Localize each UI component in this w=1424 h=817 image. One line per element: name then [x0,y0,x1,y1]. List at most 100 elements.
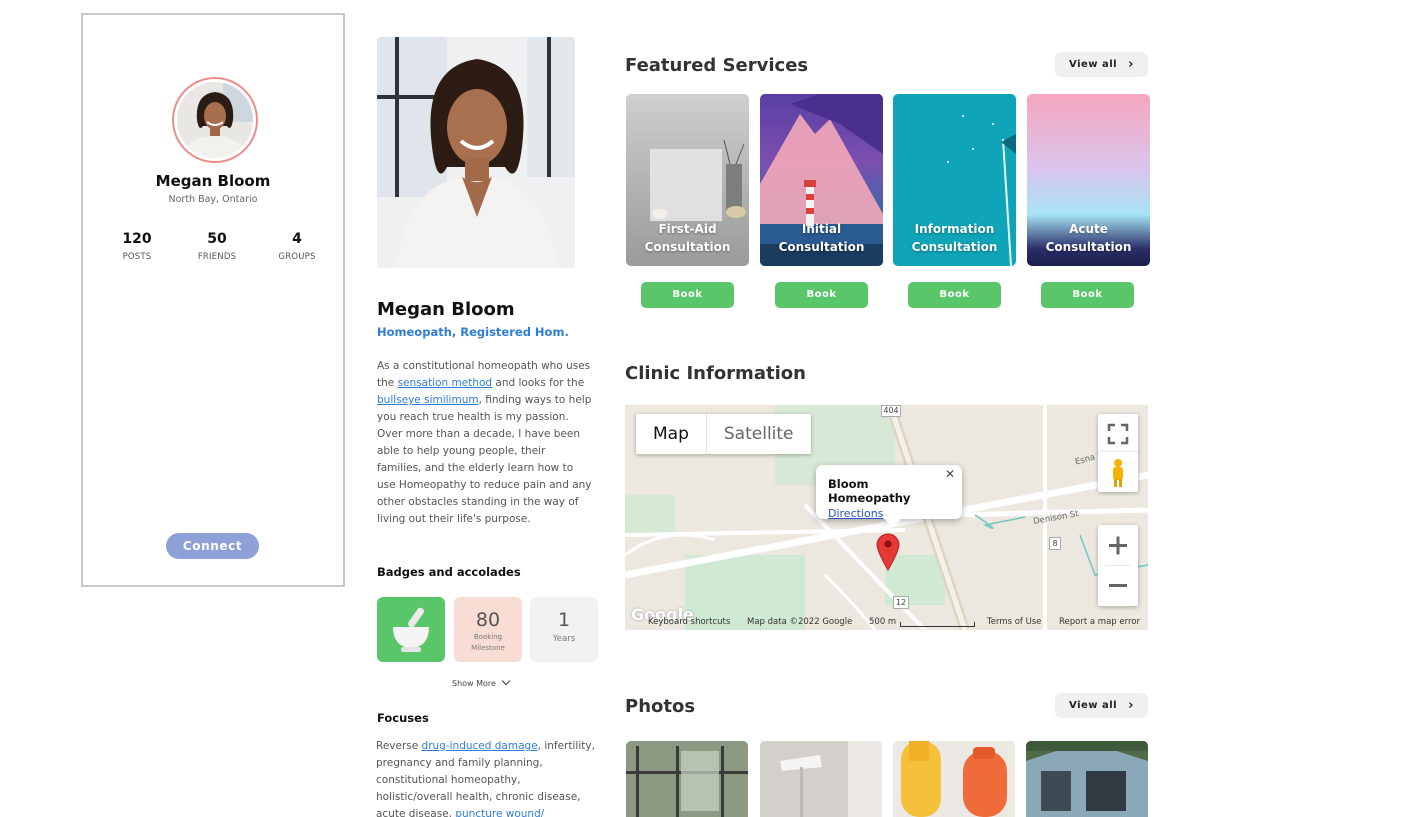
photo-image [626,741,748,817]
clinic-information-heading: Clinic Information [625,363,806,384]
profile-title[interactable]: Homeopath, Registered Hom. [377,325,569,339]
info-window-tail [884,518,902,528]
service-label-line: Acute [1069,222,1108,236]
photos-heading: Photos [625,696,696,717]
bullseye-similimum-link[interactable]: bullseye similimum [377,394,479,406]
book-button-initial[interactable]: Book [775,282,868,308]
terms-of-use-link[interactable]: Terms of Use [987,617,1042,627]
badges-heading: Badges and accolades [377,565,521,579]
badge-label: Years [552,634,576,644]
book-button-acute[interactable]: Book [1041,282,1134,308]
chevron-down-icon [501,676,510,686]
focuses-heading: Focuses [377,711,429,725]
focus-text: Reverse [376,740,422,752]
service-label-line: Consultation [644,240,731,254]
map-tab-map[interactable]: Map [636,414,706,454]
view-all-label: View all [1069,700,1118,711]
show-more-link[interactable]: Show More [452,676,510,688]
view-all-label: View all [1069,59,1118,70]
map-scale-label[interactable]: 500 m [869,617,896,627]
photo-thumbnail[interactable] [626,741,748,817]
stat-value: 4 [292,231,302,247]
badge-label: Milestone [471,644,505,652]
service-card-first-aid[interactable]: First-Aid Consultation [626,94,749,266]
photo-image [760,741,882,817]
clinic-map[interactable]: Map Satellite Bloom Homeopathy Direction… [625,405,1148,630]
stat-groups[interactable]: 4 GROUPS [259,231,335,262]
pegman-icon [1113,459,1123,487]
map-type-tabs: Map Satellite [636,414,811,454]
fullscreen-button[interactable] [1098,414,1138,454]
stat-label: POSTS [122,252,152,262]
service-card-acute[interactable]: Acute Consultation [1027,94,1150,266]
avatar[interactable] [172,77,258,163]
badge-value: 80 [475,609,501,631]
stat-value: 50 [207,231,227,247]
zoom-out-button[interactable] [1098,566,1138,606]
photo-image [1026,741,1148,817]
place-name: Bloom Homeopathy [828,477,911,505]
close-icon[interactable]: ✕ [945,467,955,481]
sensation-method-link[interactable]: sensation method [398,377,493,389]
fullscreen-icon [1107,423,1129,445]
street-view-button[interactable] [1098,452,1138,492]
service-label-line: Consultation [778,240,865,254]
profile-card: Megan Bloom North Bay, Ontario 120 POSTS… [81,13,345,587]
profile-stats: 120 POSTS 50 FRIENDS 4 GROUPS [97,231,337,262]
road-shield: 404 [881,405,901,417]
profile-location: North Bay, Ontario [168,194,258,205]
stat-posts[interactable]: 120 POSTS [99,231,175,262]
profile-full-name: Megan Bloom [377,299,515,320]
photo-thumbnail[interactable] [893,741,1015,817]
service-label-line: Information [914,222,995,236]
service-label-line: Consultation [911,240,998,254]
book-button-first-aid[interactable]: Book [641,282,734,308]
puncture-wound-link[interactable]: puncture wound/ [455,808,544,817]
connect-button[interactable]: Connect [166,533,259,559]
map-marker-icon[interactable] [875,531,901,571]
scale-bar [900,622,975,627]
featured-services-heading: Featured Services [625,55,809,76]
bio-text: and looks for the [492,377,585,389]
stat-label: GROUPS [278,252,316,262]
profile-name: Megan Bloom [155,172,271,190]
photo-thumbnail[interactable] [1026,741,1148,817]
profile-photo [377,37,575,268]
service-label-line: First-Aid [658,222,717,236]
years-badge: 1 Years [530,597,598,662]
mortar-pestle-icon [393,607,429,652]
focuses-text: Reverse drug-induced damage, infertility… [376,738,598,817]
profile-bio: As a constitutional homeopath who uses t… [377,358,593,528]
bio-text: , finding ways to help you reach true he… [377,394,592,525]
map-data-attribution: Map data ©2022 Google [747,617,853,627]
service-label: First-Aid Consultation [626,220,749,256]
service-label-line: Initial [801,222,842,236]
photo-image [893,741,1015,817]
chevron-right-icon: › [1128,698,1134,713]
badge-value: 1 [557,609,571,631]
avatar-image [177,82,253,158]
service-label-line: Consultation [1045,240,1132,254]
show-more-label: Show More [452,679,496,688]
stat-label: FRIENDS [197,252,237,262]
service-card-information[interactable]: Information Consultation [893,94,1016,266]
book-button-information[interactable]: Book [908,282,1001,308]
services-view-all-button[interactable]: View all › [1055,52,1148,77]
map-footer: Keyboard shortcuts Map data ©2022 Google… [625,614,1148,630]
keyboard-shortcuts-link[interactable]: Keyboard shortcuts [648,617,730,627]
report-map-error-link[interactable]: Report a map error [1059,617,1140,627]
map-tab-satellite[interactable]: Satellite [705,414,811,454]
zoom-in-button[interactable] [1098,525,1138,565]
drug-induced-damage-link[interactable]: drug-induced damage [422,740,538,752]
stat-friends[interactable]: 50 FRIENDS [179,231,255,262]
service-card-initial[interactable]: Initial Consultation [760,94,883,266]
service-label: Initial Consultation [760,220,883,256]
booking-milestone-badge: 80 Booking Milestone [454,597,522,662]
photos-view-all-button[interactable]: View all › [1055,693,1148,718]
badge-label: Booking [473,633,503,641]
photo-thumbnail[interactable] [760,741,882,817]
service-label: Acute Consultation [1027,220,1150,256]
map-info-window: Bloom Homeopathy Directions ✕ [816,465,962,528]
service-label: Information Consultation [893,220,1016,256]
road-shield: 12 [893,596,909,609]
